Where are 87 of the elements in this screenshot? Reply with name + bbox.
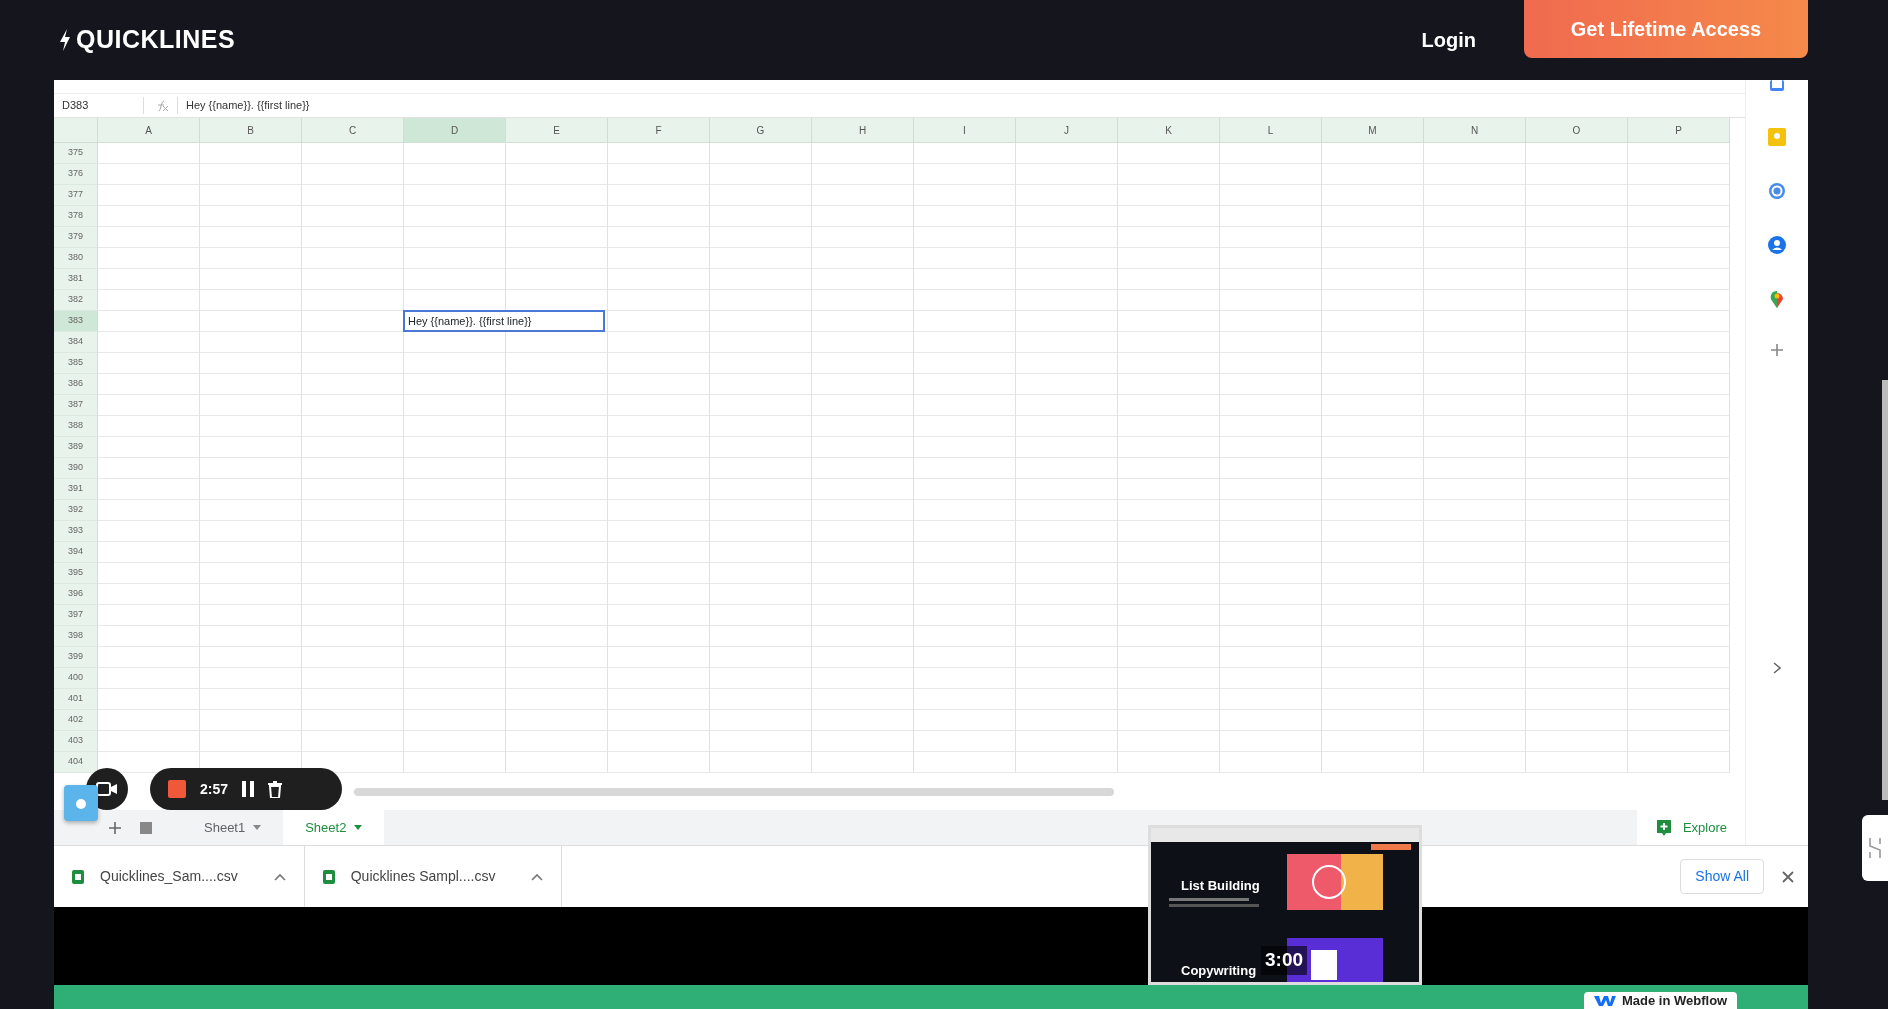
row-header[interactable]: 397 (54, 605, 98, 626)
close-icon[interactable] (1782, 870, 1794, 883)
webflow-badge[interactable]: Made in Webflow (1584, 992, 1738, 1009)
preview-heading: Copywriting (1181, 962, 1257, 980)
row-header[interactable]: 379 (54, 227, 98, 248)
sheet-tab[interactable]: Sheet1 (182, 810, 284, 845)
row-header[interactable]: 376 (54, 164, 98, 185)
side-tab[interactable] (1862, 815, 1888, 881)
row-header[interactable]: 375 (54, 143, 98, 164)
column-header[interactable]: J (1016, 118, 1118, 143)
plus-icon[interactable] (1771, 344, 1783, 356)
caret-icon (253, 825, 262, 830)
row-header[interactable]: 390 (54, 458, 98, 479)
column-header[interactable]: D (404, 118, 506, 143)
preview-heading: List Building (1181, 877, 1260, 895)
column-header[interactable]: G (710, 118, 812, 143)
explore-icon (1654, 818, 1673, 837)
row-header[interactable]: 380 (54, 248, 98, 269)
dot-icon (76, 798, 86, 809)
caret-icon (354, 825, 363, 830)
plus-icon[interactable] (108, 820, 122, 835)
login-link[interactable]: Login (1421, 25, 1476, 55)
cell-grid[interactable]: Hey {{name}}. {{first line}} (98, 143, 1730, 773)
column-header[interactable]: P (1628, 118, 1730, 143)
collapse-icon (1868, 836, 1882, 860)
row-header[interactable]: 386 (54, 374, 98, 395)
row-header[interactable]: 399 (54, 647, 98, 668)
pause-icon[interactable] (242, 781, 255, 797)
webflow-logo-icon (1594, 994, 1616, 1007)
column-header[interactable]: N (1424, 118, 1526, 143)
row-header[interactable]: 384 (54, 332, 98, 353)
recording-time: 2:57 (200, 779, 229, 799)
file-icon (72, 869, 84, 884)
logo-text: QUICKLINES (76, 24, 236, 56)
scrollbar[interactable] (1882, 380, 1888, 800)
chevron-right-icon[interactable] (1773, 662, 1781, 674)
row-header[interactable]: 393 (54, 521, 98, 542)
chevron-up-icon (531, 872, 544, 881)
row-header[interactable]: 396 (54, 584, 98, 605)
explore-button[interactable]: Explore (1636, 810, 1745, 845)
column-header[interactable]: B (200, 118, 302, 143)
column-header[interactable]: M (1322, 118, 1424, 143)
file-icon (322, 869, 335, 884)
contacts-icon[interactable] (1768, 236, 1786, 254)
row-header[interactable]: 385 (54, 353, 98, 374)
row-header[interactable]: 378 (54, 206, 98, 227)
formula-text[interactable]: Hey {{name}}. {{first line}} (178, 97, 310, 114)
tasks-icon[interactable] (1768, 182, 1786, 200)
row-header[interactable]: 395 (54, 563, 98, 584)
row-header[interactable]: 388 (54, 416, 98, 437)
row-header[interactable]: 401 (54, 689, 98, 710)
row-header[interactable]: 377 (54, 185, 98, 206)
row-header[interactable]: 387 (54, 395, 98, 416)
column-header[interactable]: A (98, 118, 200, 143)
row-header[interactable]: 394 (54, 542, 98, 563)
calendar-icon[interactable] (1769, 80, 1785, 92)
map-pin-icon[interactable] (1770, 290, 1784, 308)
row-header[interactable]: 382 (54, 290, 98, 311)
row-header[interactable]: 391 (54, 479, 98, 500)
column-header[interactable]: K (1118, 118, 1220, 143)
column-header[interactable]: O (1526, 118, 1628, 143)
scrollbar-thumb[interactable] (354, 787, 1114, 796)
preview-time: 3:00 (1261, 946, 1308, 975)
row-header[interactable]: 400 (54, 668, 98, 689)
active-cell[interactable]: Hey {{name}}. {{first line}} (403, 310, 605, 332)
column-header[interactable]: C (302, 118, 404, 143)
row-header[interactable]: 404 (54, 752, 98, 773)
column-header[interactable]: I (914, 118, 1016, 143)
sheet-tab[interactable]: Sheet2 (283, 810, 385, 845)
column-header[interactable]: H (812, 118, 914, 143)
row-header[interactable]: 398 (54, 626, 98, 647)
video-camera-icon (96, 782, 118, 796)
row-header[interactable]: 392 (54, 500, 98, 521)
lightning-icon (58, 28, 72, 52)
column-header[interactable]: E (506, 118, 608, 143)
row-header[interactable]: 403 (54, 731, 98, 752)
row-header[interactable]: 383 (54, 311, 98, 332)
column-header[interactable]: F (608, 118, 710, 143)
name-box[interactable]: D383 (54, 97, 144, 114)
row-header[interactable]: 389 (54, 437, 98, 458)
chevron-up-icon (273, 872, 286, 881)
show-all-button[interactable]: Show All (1680, 859, 1764, 894)
row-header[interactable]: 381 (54, 269, 98, 290)
row-header[interactable]: 402 (54, 710, 98, 731)
trash-icon[interactable] (268, 780, 283, 798)
sheet-list-icon[interactable] (140, 821, 152, 834)
column-header[interactable]: L (1220, 118, 1322, 143)
